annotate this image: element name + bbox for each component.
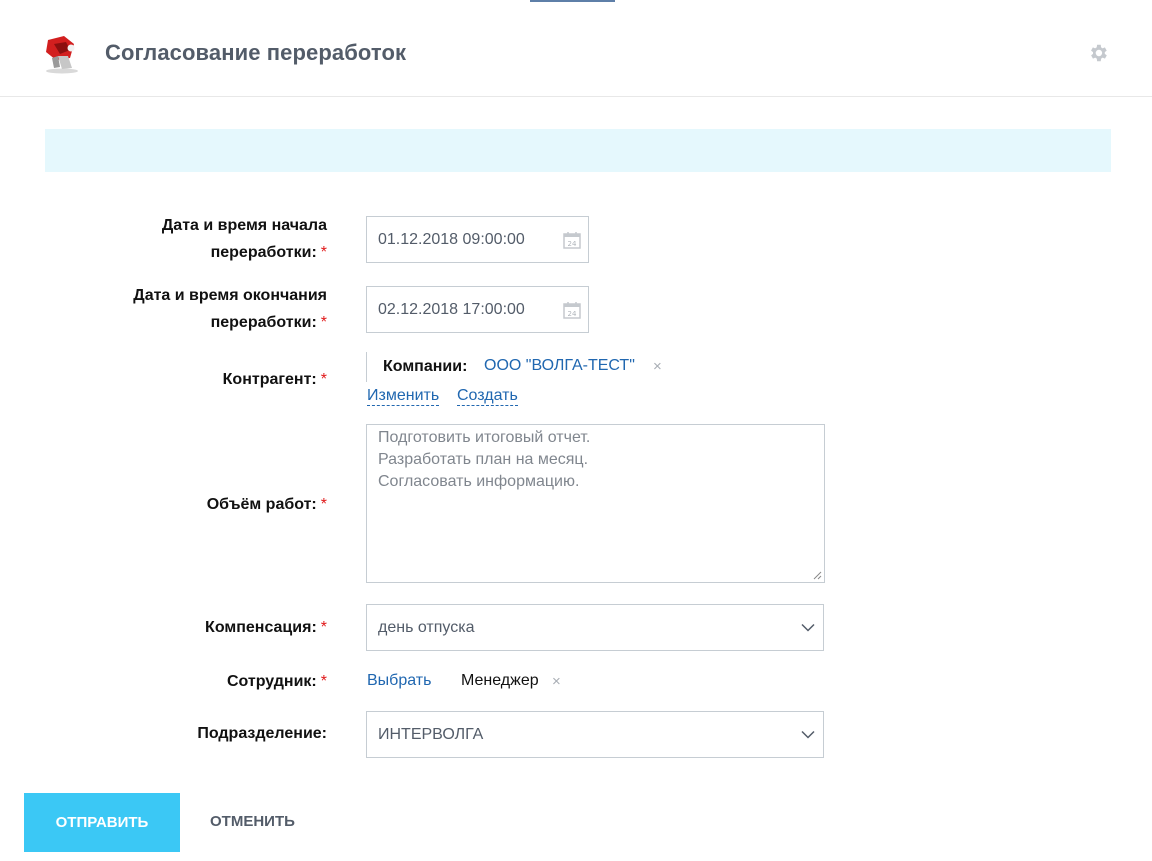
- info-notice-bar: [45, 129, 1111, 172]
- company-link[interactable]: ООО "ВОЛГА-ТЕСТ": [484, 357, 635, 375]
- required-mark: *: [320, 371, 327, 388]
- submit-button[interactable]: ОТПРАВИТЬ: [24, 793, 180, 852]
- required-mark: *: [320, 496, 327, 513]
- department-label: Подразделение:: [197, 725, 327, 742]
- create-contractor-link[interactable]: Создать: [457, 387, 518, 406]
- employee-value: Менеджер: [461, 672, 539, 689]
- required-mark: *: [320, 244, 327, 261]
- contractor-divider: [366, 352, 367, 382]
- required-mark: *: [320, 314, 327, 331]
- calendar-icon[interactable]: 24: [563, 231, 581, 249]
- svg-text:24: 24: [568, 310, 577, 318]
- remove-company-icon[interactable]: ×: [653, 358, 662, 375]
- scope-label: Объём работ: *: [206, 496, 327, 513]
- resize-handle-icon[interactable]: [812, 570, 822, 580]
- end-date-label: Дата и время окончания переработки: *: [133, 287, 327, 331]
- remove-employee-icon[interactable]: ×: [552, 673, 561, 690]
- start-date-input[interactable]: 01.12.2018 09:00:00 24: [366, 216, 589, 263]
- compensation-label: Компенсация: *: [205, 619, 327, 636]
- svg-text:24: 24: [568, 240, 577, 248]
- scope-textarea[interactable]: Подготовить итоговый отчет. Разработать …: [366, 424, 825, 583]
- required-mark: *: [320, 673, 327, 690]
- page-header: Согласование переработок: [0, 0, 1152, 97]
- chevron-down-icon: [801, 623, 815, 632]
- end-date-input[interactable]: 02.12.2018 17:00:00 24: [366, 286, 589, 333]
- cancel-button[interactable]: ОТМЕНИТЬ: [210, 813, 295, 830]
- required-mark: *: [320, 619, 327, 636]
- red-mascot-logo-icon: [46, 36, 78, 74]
- companies-label: Компании:: [383, 358, 468, 375]
- contractor-label: Контрагент: *: [222, 371, 327, 388]
- gear-icon[interactable]: [1087, 42, 1109, 64]
- department-select[interactable]: ИНТЕРВОЛГА: [366, 711, 824, 758]
- change-contractor-link[interactable]: Изменить: [367, 387, 440, 406]
- start-date-label: Дата и время начала переработки: *: [161, 217, 327, 261]
- calendar-icon[interactable]: 24: [563, 301, 581, 319]
- compensation-select[interactable]: день отпуска: [366, 604, 824, 651]
- chevron-down-icon: [801, 730, 815, 739]
- page-title: Согласование переработок: [105, 40, 407, 65]
- employee-label: Сотрудник: *: [226, 673, 327, 690]
- select-employee-link[interactable]: Выбрать: [367, 672, 431, 690]
